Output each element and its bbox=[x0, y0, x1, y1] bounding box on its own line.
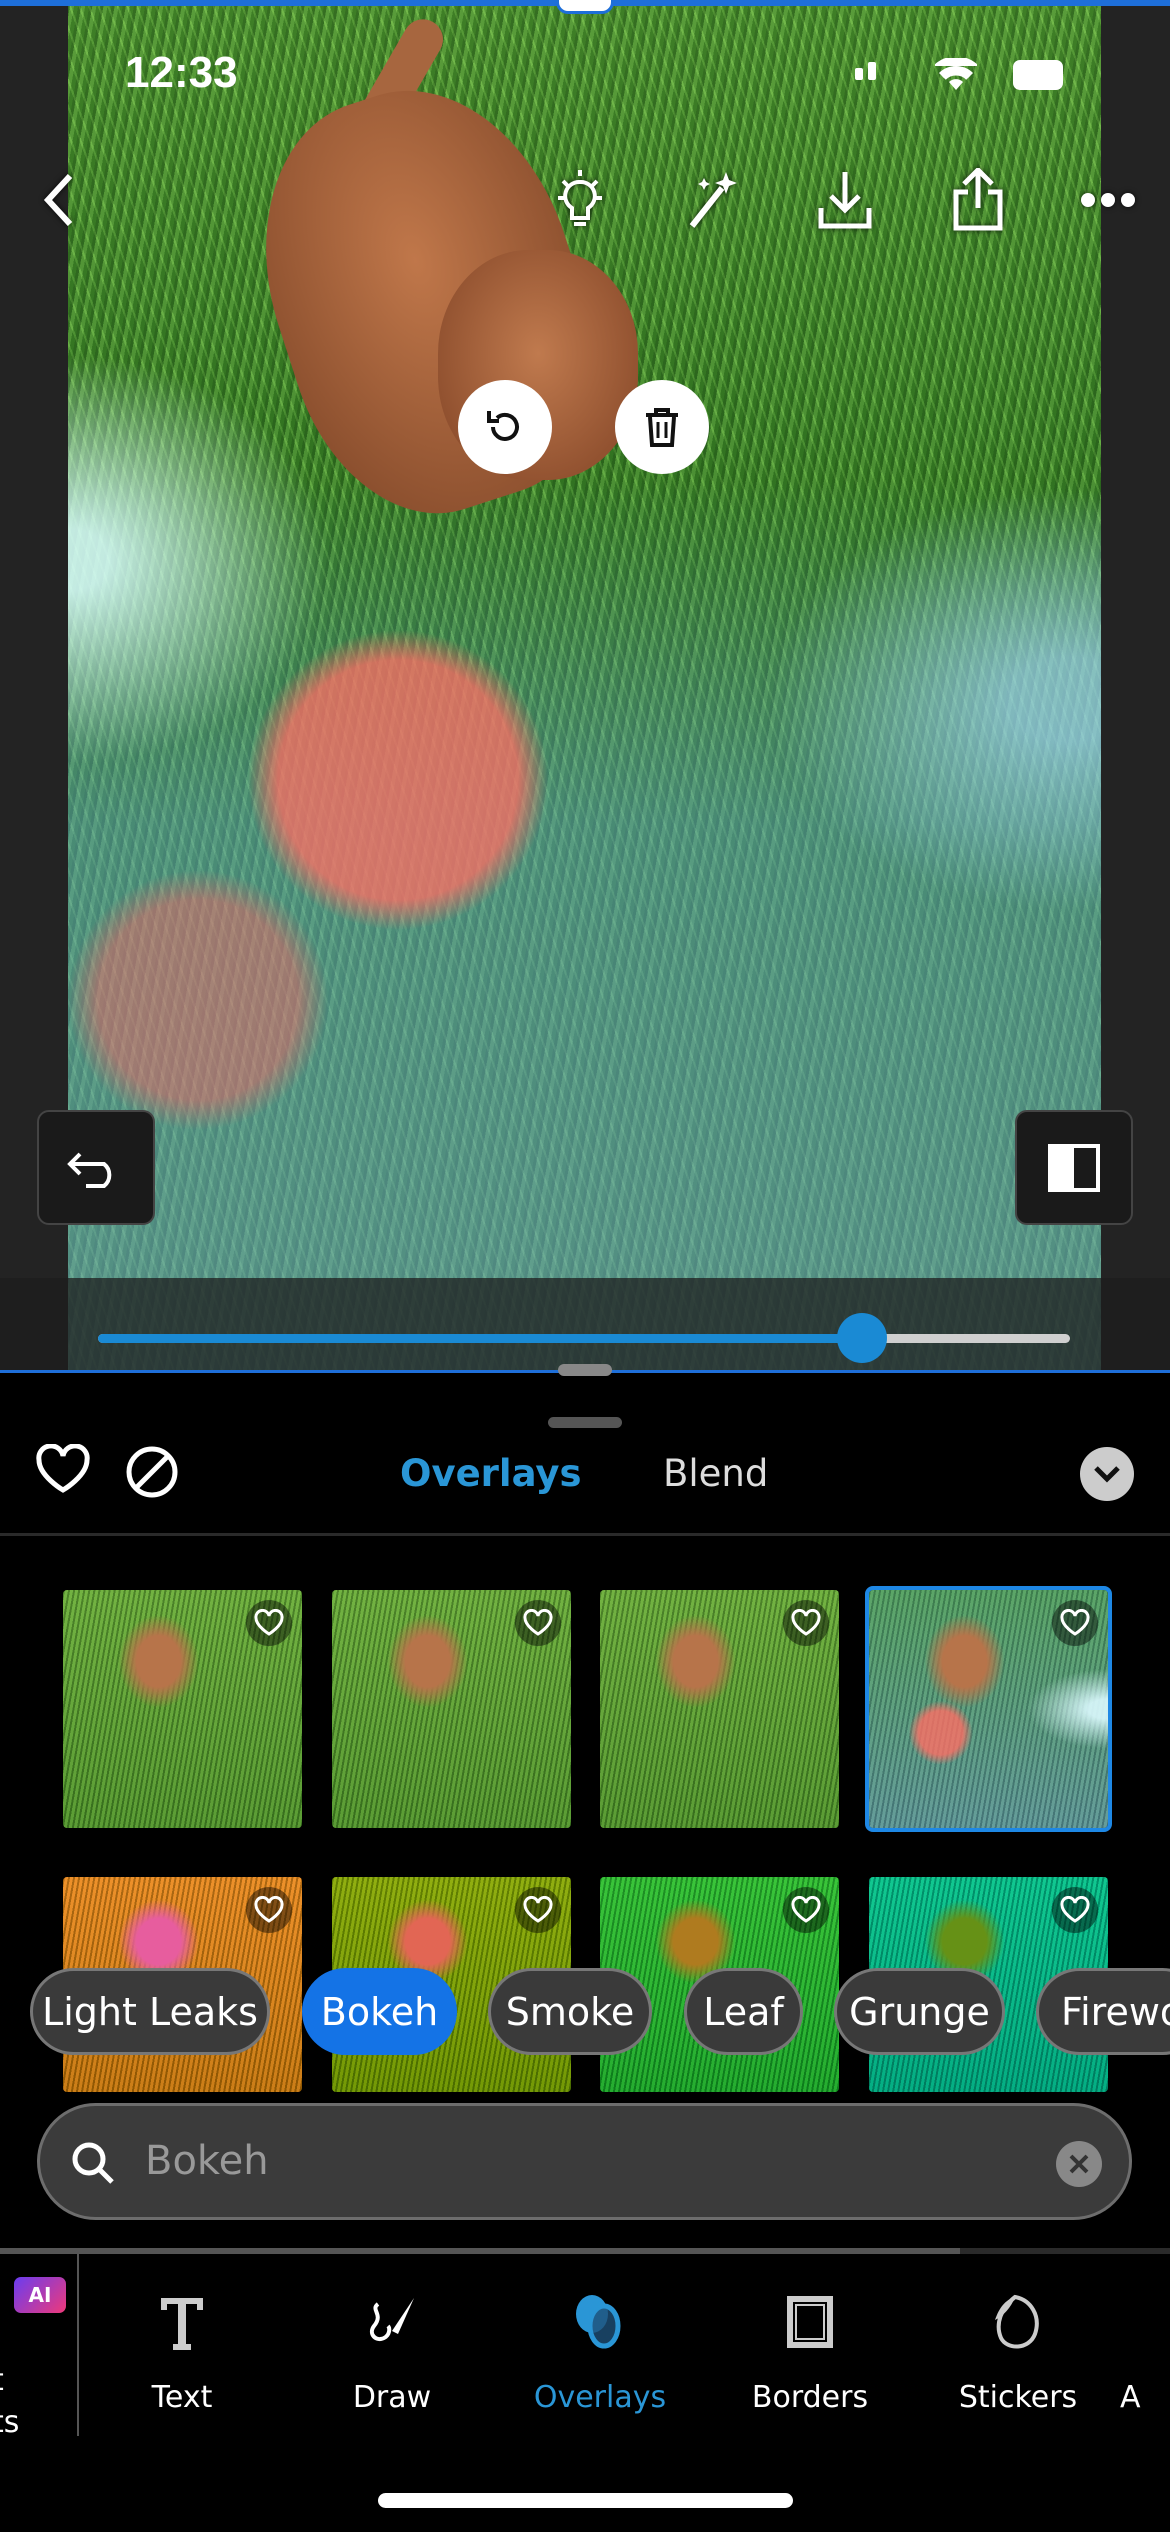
intensity-slider-track[interactable] bbox=[98, 1334, 1070, 1343]
category-chip-leaf[interactable]: Leaf bbox=[684, 1968, 803, 2055]
favorite-heart-icon[interactable] bbox=[246, 1600, 292, 1646]
tool-partial-left[interactable]: t ts bbox=[0, 2360, 19, 2444]
search-icon bbox=[72, 2142, 114, 2184]
overlay-thumbnail[interactable] bbox=[865, 1586, 1112, 1832]
intensity-slider-thumb[interactable] bbox=[836, 1313, 887, 1363]
category-chip-fireworks[interactable]: Firewo bbox=[1036, 1968, 1170, 2055]
tool-text[interactable]: Text bbox=[92, 2282, 272, 2415]
overlay-thumbnail[interactable] bbox=[332, 1590, 571, 1828]
cellular-icon bbox=[855, 62, 876, 80]
tab-blend[interactable]: Blend bbox=[663, 1452, 768, 1495]
tool-partial-right[interactable]: A bbox=[1120, 2282, 1170, 2415]
home-indicator[interactable] bbox=[378, 2493, 793, 2508]
ai-badge: AI bbox=[14, 2277, 66, 2313]
favorite-heart-icon[interactable] bbox=[1052, 1887, 1098, 1933]
delete-overlay-button[interactable] bbox=[615, 380, 709, 474]
compare-button[interactable] bbox=[1015, 1110, 1133, 1225]
trash-icon bbox=[646, 408, 678, 447]
overlays-icon bbox=[576, 2295, 621, 2349]
favorite-heart-icon[interactable] bbox=[783, 1600, 829, 1646]
favorite-heart-icon[interactable] bbox=[515, 1887, 561, 1933]
tool-draw[interactable]: Draw bbox=[302, 2282, 482, 2415]
overlay-thumbnail[interactable] bbox=[63, 1590, 302, 1828]
favorites-button[interactable] bbox=[35, 1443, 91, 1500]
chevron-down-icon bbox=[1094, 1466, 1120, 1483]
tool-borders[interactable]: Borders bbox=[720, 2282, 900, 2415]
overlay-thumbnail[interactable] bbox=[600, 1590, 839, 1828]
magic-wand-icon[interactable] bbox=[677, 165, 747, 235]
borders-icon bbox=[787, 2296, 833, 2348]
undo-button[interactable] bbox=[37, 1110, 155, 1225]
collapse-panel-button[interactable] bbox=[1080, 1447, 1134, 1501]
compare-icon bbox=[1048, 1143, 1100, 1192]
category-chip-grunge[interactable]: Grunge bbox=[834, 1968, 1005, 2055]
back-chevron-icon[interactable] bbox=[25, 165, 95, 235]
favorite-heart-icon[interactable] bbox=[515, 1600, 561, 1646]
undo-icon bbox=[67, 1152, 112, 1188]
tools-divider bbox=[77, 2253, 79, 2436]
download-icon[interactable] bbox=[810, 165, 880, 235]
battery-icon bbox=[1013, 60, 1063, 90]
tools-scrollbar[interactable] bbox=[0, 2248, 960, 2254]
status-time: 12:33 bbox=[125, 48, 238, 97]
favorite-heart-icon[interactable] bbox=[1052, 1600, 1098, 1646]
search-input[interactable]: Bokeh bbox=[37, 2103, 1132, 2220]
text-icon bbox=[161, 2298, 203, 2350]
tab-overlays[interactable]: Overlays bbox=[400, 1452, 582, 1495]
resize-handle-top[interactable] bbox=[556, 0, 614, 14]
panel-drag-handle[interactable] bbox=[548, 1417, 622, 1428]
tools-scrollbar-track bbox=[960, 2248, 1170, 2254]
more-icon[interactable] bbox=[1073, 165, 1143, 235]
sticker-icon bbox=[995, 2294, 1039, 2349]
wifi-icon bbox=[935, 58, 977, 90]
no-icon bbox=[126, 1446, 178, 1498]
share-icon[interactable] bbox=[943, 165, 1013, 235]
favorite-heart-icon[interactable] bbox=[246, 1887, 292, 1933]
clear-search-button[interactable] bbox=[1056, 2141, 1102, 2187]
intensity-slider-band bbox=[0, 1278, 1170, 1372]
divider bbox=[0, 1533, 1170, 1536]
favorite-heart-icon[interactable] bbox=[783, 1887, 829, 1933]
search-value: Bokeh bbox=[145, 2138, 269, 2184]
close-icon bbox=[1069, 2154, 1089, 2174]
remove-overlay-button[interactable] bbox=[124, 1444, 180, 1504]
category-chip-light-leaks[interactable]: Light Leaks bbox=[30, 1968, 270, 2055]
category-chip-smoke[interactable]: Smoke bbox=[488, 1968, 652, 2055]
rotate-icon bbox=[487, 411, 519, 441]
tool-overlays[interactable]: Overlays bbox=[510, 2282, 690, 2415]
heart-icon bbox=[36, 1443, 90, 1493]
brush-icon bbox=[369, 2298, 414, 2341]
resize-handle-bottom[interactable] bbox=[558, 1364, 612, 1376]
rotate-overlay-button[interactable] bbox=[458, 380, 552, 474]
tool-stickers[interactable]: Stickers bbox=[928, 2282, 1108, 2415]
category-chip-bokeh[interactable]: Bokeh bbox=[302, 1968, 457, 2055]
lightbulb-icon[interactable] bbox=[545, 165, 615, 235]
